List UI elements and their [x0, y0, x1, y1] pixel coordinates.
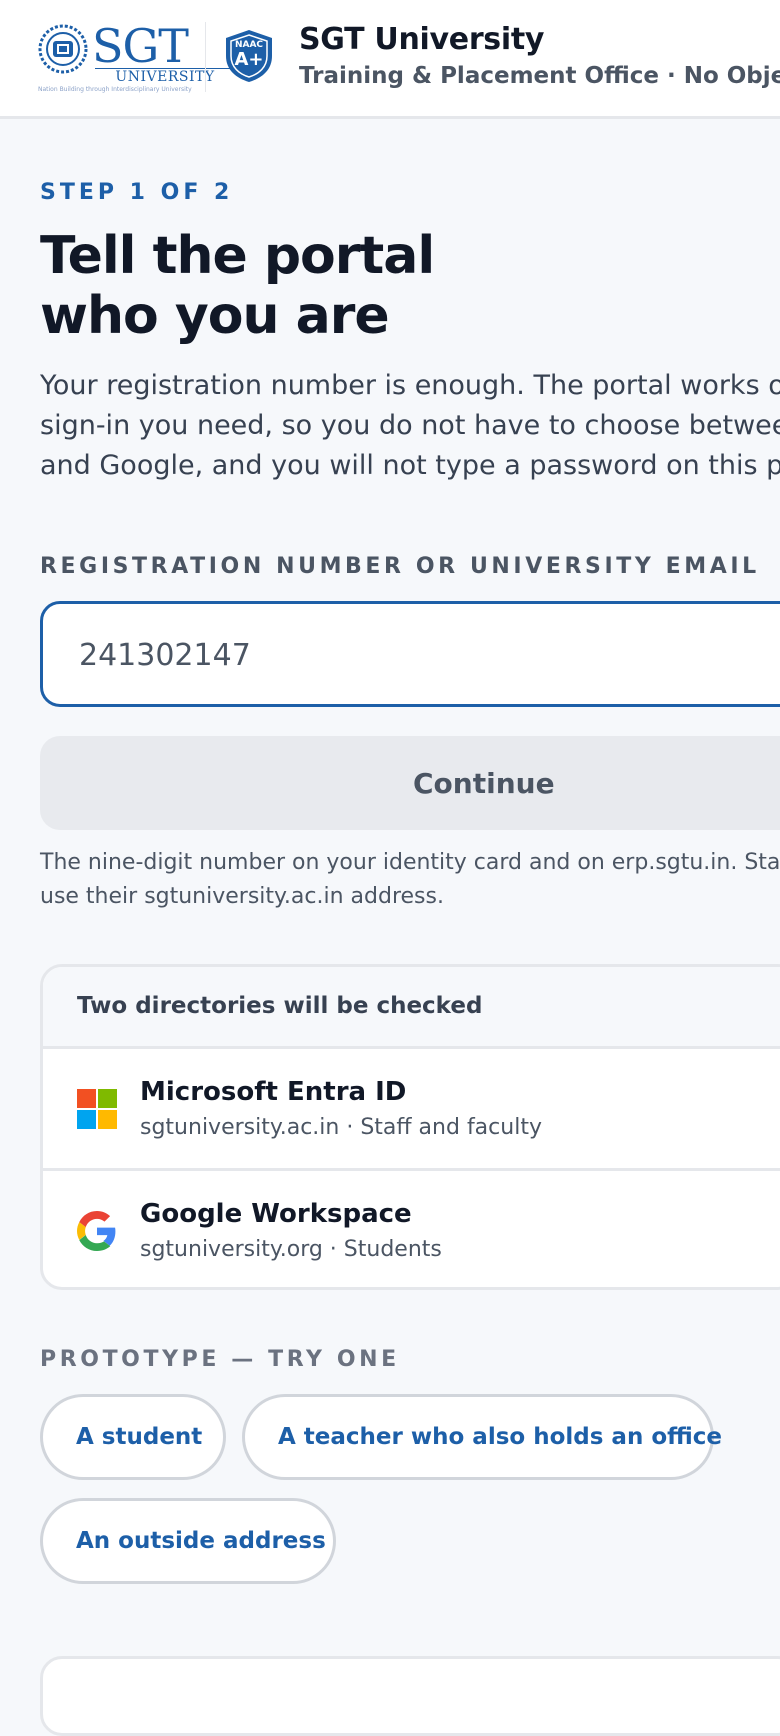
registration-input[interactable]: [77, 632, 681, 678]
continue-button[interactable]: Continue: [40, 736, 780, 830]
logo-wordmark: SGT: [92, 19, 189, 73]
registration-field-label: REGISTRATION NUMBER OR UNIVERSITY EMAIL: [40, 554, 760, 579]
logo-tagline: Nation Building through Interdisciplinar…: [38, 86, 192, 93]
google-icon: [77, 1211, 116, 1251]
university-emblem-icon: [38, 24, 88, 74]
hint-line-2: use their sgtuniversity.ac.in address.: [40, 884, 444, 909]
org-title: SGT University: [299, 22, 545, 57]
prototype-option-outside-address[interactable]: An outside address: [40, 1498, 336, 1584]
directories-heading: Two directories will be checked: [77, 993, 483, 1019]
directory-meta: sgtuniversity.org · Students: [140, 1237, 442, 1262]
microsoft-icon: [77, 1089, 117, 1129]
prototype-option-teacher-office[interactable]: A teacher who also holds an office: [242, 1394, 722, 1480]
intro-line-2: sign-in you need, so you do not have to …: [40, 410, 780, 441]
next-card: [40, 1656, 780, 1736]
directory-name: Google Workspace: [140, 1199, 412, 1229]
registration-hint: The nine-digit number on your identity c…: [40, 846, 780, 914]
app-header: SGT UNIVERSITY Nation Building through I…: [0, 0, 780, 119]
directories-card-header: Two directories will be checked: [43, 967, 780, 1049]
intro-line-1: Your registration number is enough. The …: [40, 370, 780, 401]
registration-input-wrapper[interactable]: [40, 601, 780, 707]
directory-meta: sgtuniversity.ac.in · Staff and faculty: [140, 1115, 542, 1140]
logo-subtitle: UNIVERSITY: [95, 68, 235, 85]
intro-line-3: and Google, and you will not type a pass…: [40, 450, 780, 481]
naac-badge: NAAC A+: [222, 28, 276, 84]
header-divider: [205, 22, 206, 92]
sgt-university-logo: SGT UNIVERSITY Nation Building through I…: [38, 19, 235, 94]
page-title-line-2: who you are: [40, 286, 390, 346]
prototype-label: PROTOTYPE — TRY ONE: [40, 1347, 400, 1372]
directory-row-google: Google Workspace sgtuniversity.org · Stu…: [43, 1171, 780, 1287]
naac-grade: A+: [234, 49, 264, 70]
step-indicator: STEP 1 OF 2: [40, 180, 234, 205]
hint-line-1: The nine-digit number on your identity c…: [40, 850, 780, 875]
prototype-option-student[interactable]: A student: [40, 1394, 226, 1480]
directory-row-microsoft: Microsoft Entra ID sgtuniversity.ac.in ·…: [43, 1049, 780, 1171]
directories-card: Two directories will be checked Microsof…: [40, 964, 780, 1290]
org-subtitle: Training & Placement Office · No Objecti…: [299, 63, 780, 89]
page-title: Tell the portal who you are: [40, 226, 600, 346]
intro-text: Your registration number is enough. The …: [40, 366, 780, 486]
page-title-line-1: Tell the portal: [40, 226, 435, 286]
directory-name: Microsoft Entra ID: [140, 1077, 407, 1107]
